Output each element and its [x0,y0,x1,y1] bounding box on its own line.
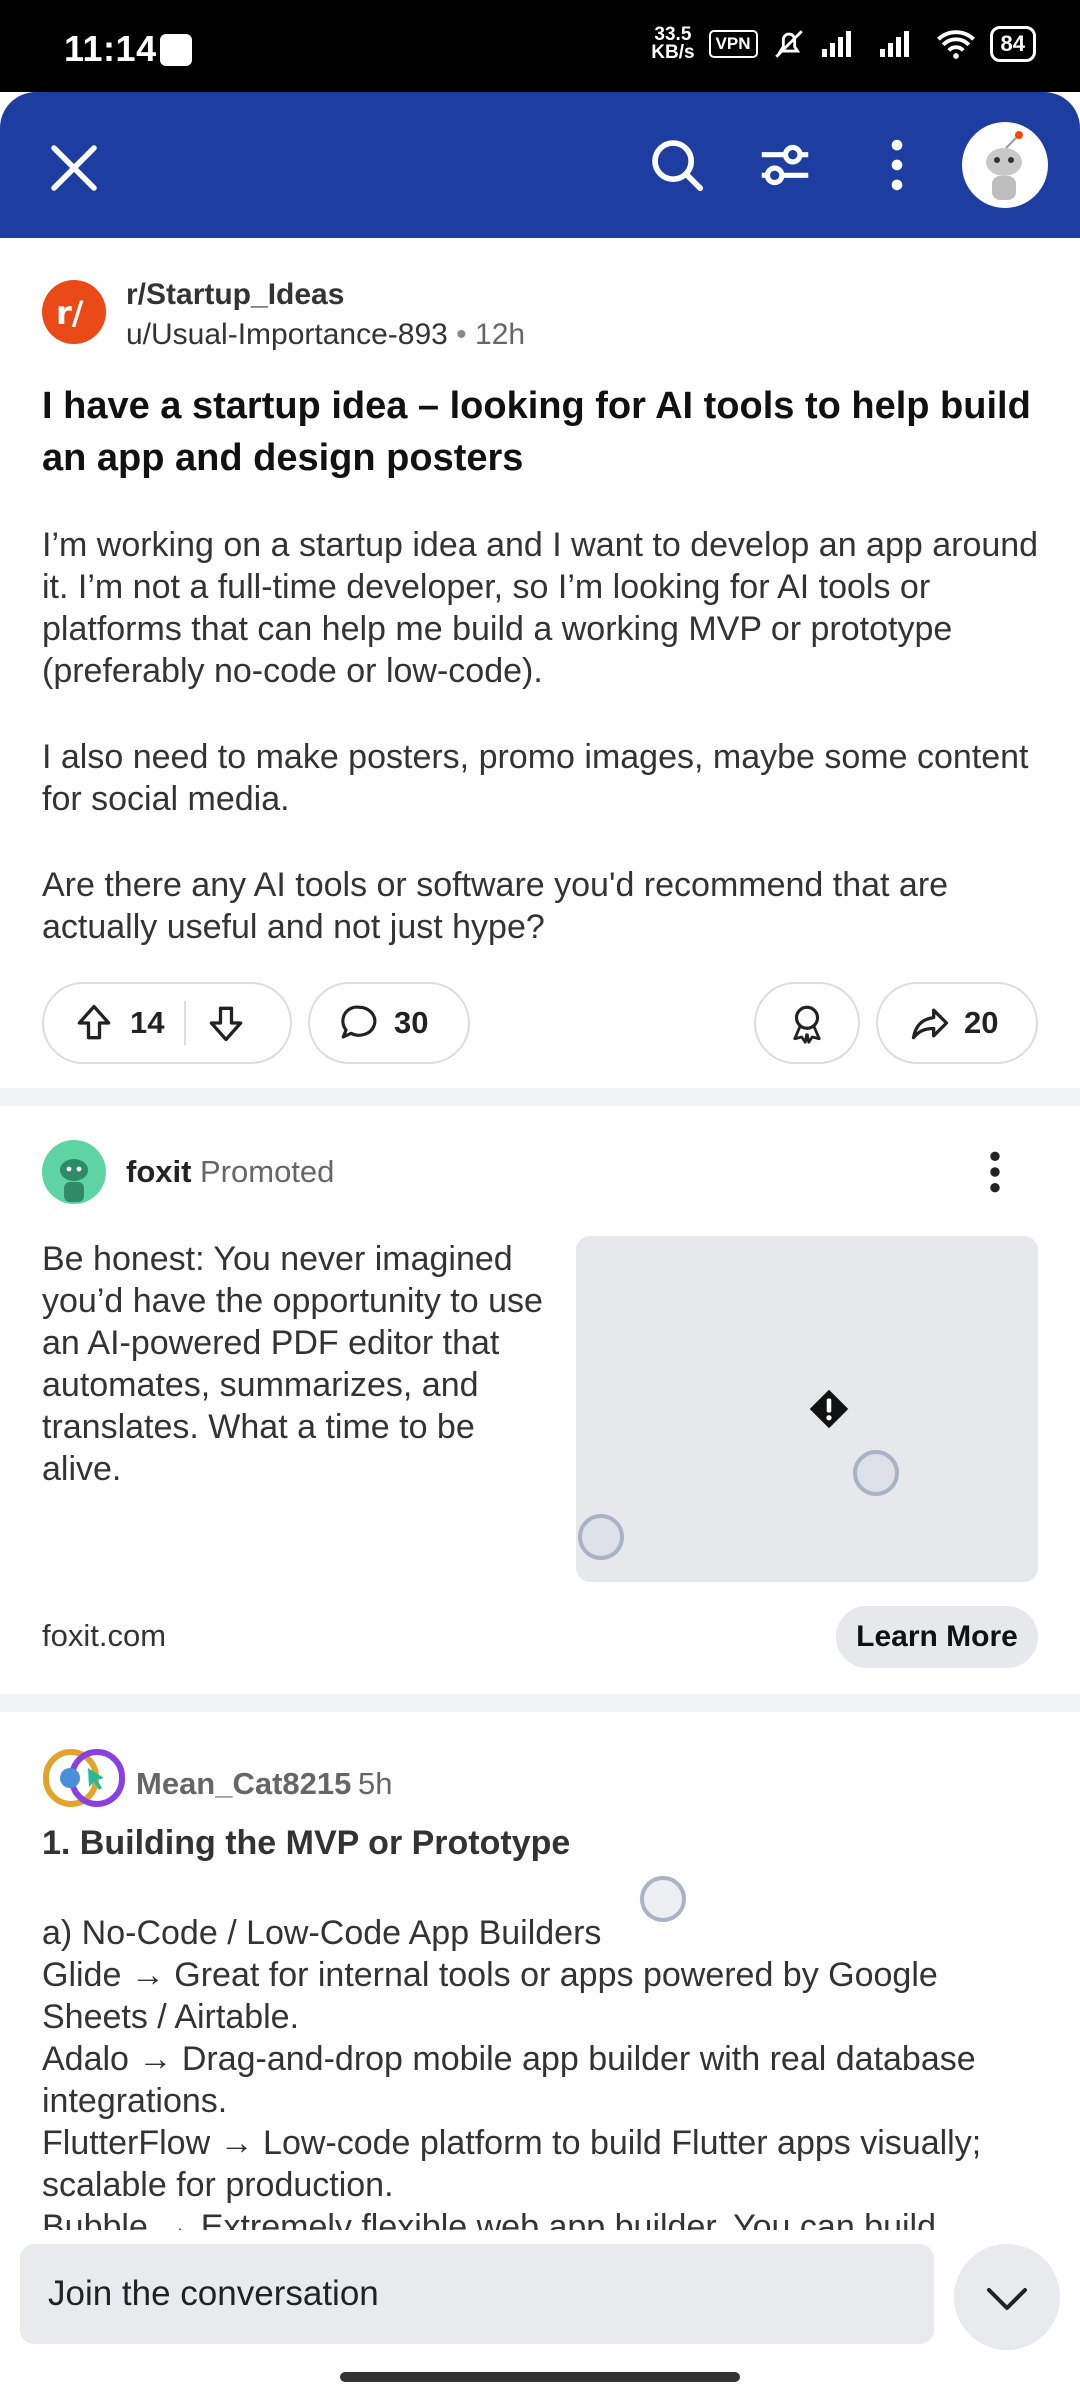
comment: Mean_Cat8215 5h 1. Building the MVP or P… [0,1712,1080,2230]
promoted-post: foxit Promoted Be honest: You never imag… [0,1106,1080,1692]
touch-indicator [578,1514,624,1560]
join-conversation-input[interactable]: Join the conversation [20,2244,934,2344]
comment-line: FlutterFlow → Low-code platform to build… [42,2124,982,2204]
mute-icon [774,30,803,58]
collapse-button[interactable] [954,2244,1060,2350]
upvote-icon[interactable] [72,1001,116,1045]
post-actions: 14 30 20 [0,982,1080,1068]
comment-line: a) No-Code / Low-Code App Builders [42,1914,602,1952]
signal-icon [821,31,851,57]
comment-line: Bubble → Extremely flexible web app buil… [42,2208,937,2230]
vote-pill: 14 [42,982,292,1064]
comment-age: 5h [358,1766,393,1801]
comment-icon [341,1005,377,1039]
status-time: 11:14 [64,28,157,69]
comment-line: Glide → Great for internal tools or apps… [42,1956,938,2036]
meta-separator: • [456,318,467,351]
post-paragraph: I also need to make posters, promo image… [42,738,1029,818]
more-vertical-icon[interactable] [980,1150,1010,1194]
app-bar [0,92,1080,238]
upvote-count: 14 [130,1005,165,1040]
comments-button[interactable]: 30 [308,982,470,1064]
vote-divider [184,1001,187,1045]
post-paragraph: I’m working on a startup idea and I want… [42,526,1039,690]
downvote-icon[interactable] [204,1001,248,1045]
advertiser-name[interactable]: foxit [126,1154,191,1190]
filter-icon[interactable] [754,134,816,196]
app-notification-icon [160,34,192,66]
subreddit-logo-icon: r/ [56,294,84,332]
comment-heading: 1. Building the MVP or Prototype [42,1824,571,1862]
status-icons: 33.5 KB/s VPN 84 [651,25,1036,63]
post-paragraph: Are there any AI tools or software you'd… [42,866,949,946]
post-body: I’m working on a startup idea and I want… [42,524,1042,992]
share-icon [911,1008,949,1040]
wifi-icon [936,30,975,59]
post-meta: u/Usual-Importance-893 • 12h [126,318,525,352]
battery-indicator: 84 [989,26,1036,62]
snoo-avatar-icon [60,1159,88,1202]
svg-text:r/: r/ [56,294,84,332]
bottom-bar: Join the conversation [0,2230,1080,2400]
section-divider [0,1088,1080,1106]
comment-line: Adalo → Drag-and-drop mobile app builder… [42,2040,976,2120]
close-icon[interactable] [44,138,104,198]
post-title: I have a startup idea – looking for AI t… [42,385,1031,479]
warning-icon [809,1389,849,1429]
comment-body: a) No-Code / Low-Code App Builders Glide… [42,1912,1052,2230]
award-icon [793,1005,821,1044]
commenter-avatar-icon[interactable] [42,1746,126,1810]
touch-indicator [853,1450,899,1496]
user-avatar[interactable] [962,122,1048,208]
vpn-badge: VPN [708,30,758,58]
chevron-down-icon [987,2288,1027,2310]
share-button[interactable]: 20 [876,982,1038,1064]
promoted-label: Promoted [200,1154,335,1189]
ad-text: Be honest: You never imagined you’d have… [42,1240,543,1488]
snoo-avatar-icon [986,131,1023,200]
ad-domain[interactable]: foxit.com [42,1618,166,1654]
share-count: 20 [964,1005,999,1040]
network-speed: 33.5 KB/s [651,25,695,63]
subreddit-icon[interactable]: r/ [42,280,106,344]
status-bar: 11:14 33.5 KB/s VPN 84 [0,0,1080,92]
section-divider [0,1694,1080,1712]
comment-count: 30 [394,1005,429,1040]
search-icon[interactable] [646,134,708,196]
comment-username[interactable]: Mean_Cat8215 [136,1766,351,1802]
ad-image-placeholder[interactable] [576,1236,1038,1582]
learn-more-button[interactable]: Learn More [836,1606,1038,1668]
award-button[interactable] [754,982,860,1064]
home-indicator[interactable] [340,2372,740,2382]
post-author[interactable]: u/Usual-Importance-893 [126,318,448,351]
advertiser-avatar[interactable] [42,1140,106,1204]
signal-icon-2 [879,31,909,57]
more-vertical-icon[interactable] [870,134,924,196]
network-speed-unit: KB/s [651,42,695,63]
post-age: 12h [475,318,526,351]
subreddit-name[interactable]: r/Startup_Ideas [126,278,344,312]
